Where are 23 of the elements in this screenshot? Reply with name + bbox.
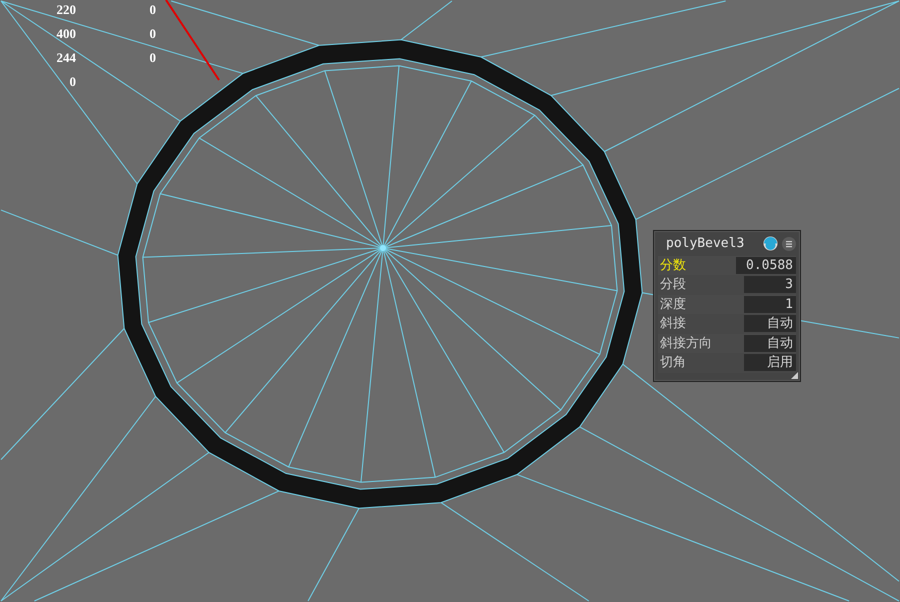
resize-grip-icon[interactable]: [791, 372, 798, 378]
hud-value: 0: [148, 1, 156, 19]
hud-value: 220: [56, 1, 76, 19]
attribute-label[interactable]: 切角: [660, 356, 686, 370]
attribute-value-field[interactable]: 自动: [744, 334, 796, 352]
attribute-value-field[interactable]: 0.0588: [736, 256, 796, 274]
attribute-value-field[interactable]: 启用: [744, 354, 796, 372]
attribute-label[interactable]: 斜接方向: [660, 336, 712, 350]
sphere-icon[interactable]: [763, 236, 778, 252]
hud-value: 400: [56, 25, 76, 43]
hud-value: 244: [56, 49, 76, 67]
menu-icon[interactable]: [782, 236, 796, 251]
hud-value: 0: [148, 25, 156, 43]
hud-value: 0: [148, 49, 156, 67]
attribute-label[interactable]: 斜接: [660, 317, 686, 330]
attribute-label[interactable]: 分段: [660, 278, 686, 292]
attribute-value-field[interactable]: 自动: [744, 315, 796, 332]
attribute-value-field[interactable]: 1: [744, 296, 796, 313]
attribute-label[interactable]: 分数: [660, 258, 686, 272]
attribute-label[interactable]: 深度: [660, 298, 686, 311]
attribute-value-field[interactable]: 3: [744, 276, 796, 294]
hud-value: 0: [68, 73, 76, 91]
panel-title: polyBevel3: [666, 235, 744, 253]
